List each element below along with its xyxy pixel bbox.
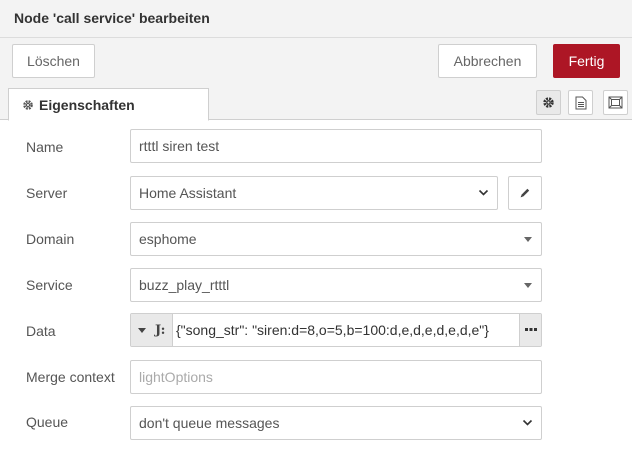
file-icon (575, 96, 586, 109)
tab-bar: Eigenschaften (0, 86, 632, 121)
data-typed-input[interactable]: J: {"song_str": "siren:d=8,o=5,b=100:d,e… (130, 313, 542, 347)
queue-label: Queue (26, 414, 69, 430)
expand-editor-button[interactable] (519, 314, 541, 346)
dialog-title: Node 'call service' bearbeiten (14, 10, 210, 26)
tab-properties[interactable]: Eigenschaften (8, 88, 209, 121)
service-select[interactable]: buzz_play_rtttl (130, 268, 542, 302)
name-label: Name (26, 139, 64, 155)
merge-context-placeholder: lightOptions (139, 369, 213, 385)
queue-select[interactable]: don't queue messages (130, 406, 542, 440)
name-input[interactable]: rtttl siren test (130, 129, 542, 163)
chevron-down-icon (478, 189, 489, 196)
server-select[interactable]: Home Assistant (130, 176, 498, 210)
domain-select[interactable]: esphome (130, 222, 542, 256)
data-value: {"song_str": "siren:d=8,o=5,b=100:d,e,d,… (176, 322, 489, 338)
caret-down-icon (524, 283, 532, 288)
tab-description[interactable] (568, 90, 593, 115)
pencil-icon (520, 188, 530, 198)
tab-appearance[interactable] (603, 90, 628, 115)
gear-icon (23, 99, 33, 110)
data-type-selector[interactable]: J: (131, 314, 173, 346)
queue-value: don't queue messages (139, 415, 280, 431)
service-label: Service (26, 277, 73, 293)
json-type-icon: J: (155, 322, 166, 338)
server-label: Server (26, 185, 68, 201)
merge-context-input[interactable]: lightOptions (130, 360, 542, 394)
domain-label: Domain (26, 231, 75, 247)
merge-context-label: Merge context (26, 369, 115, 385)
name-value: rtttl siren test (139, 138, 220, 154)
domain-value: esphome (139, 231, 197, 247)
dialog-titlebar: Node 'call service' bearbeiten (0, 0, 632, 38)
chevron-down-icon (522, 419, 533, 426)
caret-down-icon (524, 237, 532, 242)
ellipsis-icon (524, 328, 537, 331)
caret-down-icon (138, 327, 146, 333)
service-value: buzz_play_rtttl (139, 277, 230, 293)
tab-properties-label: Eigenschaften (39, 96, 135, 113)
frame-icon (608, 96, 623, 109)
edit-server-button[interactable] (508, 176, 542, 210)
dialog-button-bar: Löschen Abbrechen Fertig (0, 38, 632, 86)
server-value: Home Assistant (139, 185, 237, 201)
delete-button[interactable]: Löschen (12, 44, 95, 78)
done-button[interactable]: Fertig (553, 44, 620, 78)
tab-settings[interactable] (536, 90, 561, 115)
cancel-button[interactable]: Abbrechen (438, 44, 537, 78)
data-label: Data (26, 323, 56, 339)
gear-icon (543, 97, 554, 108)
